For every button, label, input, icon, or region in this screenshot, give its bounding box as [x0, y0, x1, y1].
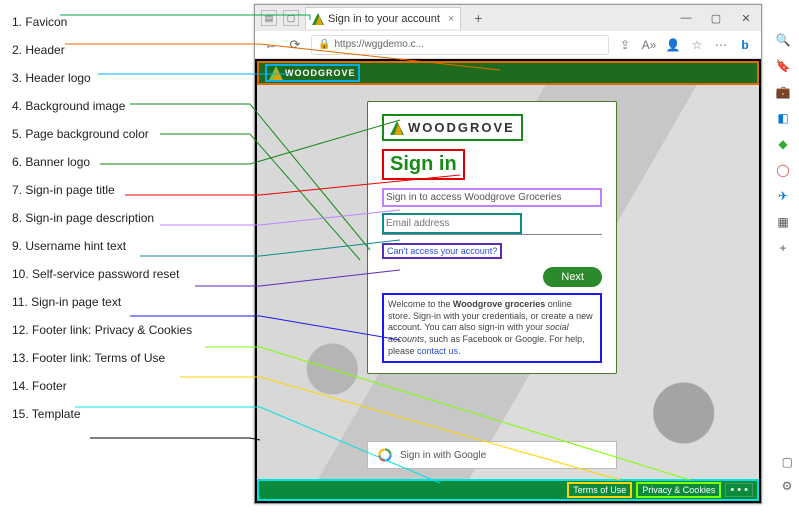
signin-page-text: Welcome to the Woodgrove groceries onlin… [382, 293, 602, 363]
annotation-item: 8. Sign-in page description [8, 204, 233, 232]
address-bar[interactable]: 🔒 https://wggdemo.c... [311, 35, 609, 55]
annotation-item: 4. Background image [8, 92, 233, 120]
sidebar-collapse-icon[interactable]: ▢ [782, 455, 793, 469]
back-button[interactable]: ← [263, 37, 279, 52]
tab-list-icon[interactable]: ▢ [283, 10, 299, 26]
add-user-icon[interactable]: 👤 [665, 38, 681, 52]
favorite-icon[interactable]: ☆ [689, 38, 705, 52]
sidebar-tag-icon[interactable]: 🔖 [775, 58, 791, 74]
footer-terms-link[interactable]: Terms of Use [567, 482, 632, 498]
menu-icon[interactable]: ⋯ [713, 38, 729, 52]
refresh-button[interactable]: ⟳ [287, 37, 303, 53]
banner-logo-text: WOODGROVE [408, 120, 515, 135]
annotation-item: 12. Footer link: Privacy & Cookies [8, 316, 233, 344]
signin-description: Sign in to access Woodgrove Groceries [382, 188, 602, 207]
banner-logo: WOODGROVE [382, 114, 523, 141]
annotation-item: 10. Self-service password reset [8, 260, 233, 288]
close-tab-icon[interactable]: × [448, 13, 454, 25]
annotation-item: 5. Page background color [8, 120, 233, 148]
browser-window: ▤ ▢ Sign in to your account × + — ▢ ✕ ← … [254, 4, 762, 504]
footer-more-button[interactable]: • • • [725, 483, 753, 497]
sidebar-app-icon[interactable]: ◧ [775, 110, 791, 126]
page-footer: Terms of Use Privacy & Cookies • • • [257, 479, 759, 501]
annotation-list: 1. Favicon 2. Header 3. Header logo 4. B… [8, 8, 233, 428]
sidebar-app-icon[interactable]: ◆ [775, 136, 791, 152]
header-logo[interactable]: WOODGROVE [265, 64, 360, 82]
google-signin-button[interactable]: Sign in with Google [367, 441, 617, 469]
header-logo-text: WOODGROVE [285, 68, 356, 78]
annotation-item: 9. Username hint text [8, 232, 233, 260]
tab-title: Sign in to your account [328, 13, 440, 25]
read-aloud-icon[interactable]: A» [641, 38, 657, 52]
next-button[interactable]: Next [543, 267, 602, 287]
annotation-item: 14. Footer [8, 372, 233, 400]
page-viewport: WOODGROVE WOODGROVE Sign in Sign in to a… [255, 59, 761, 503]
annotation-item: 6. Banner logo [8, 148, 233, 176]
woodgrove-mark-icon [269, 66, 283, 80]
annotation-item: 2. Header [8, 36, 233, 64]
annotation-item: 15. Template [8, 400, 233, 428]
edge-sidebar: 🔍 🔖 💼 ◧ ◆ ◯ ✈ ▦ + [769, 32, 797, 256]
woodgrove-mark-icon [390, 121, 404, 135]
lock-icon: 🔒 [318, 39, 330, 50]
window-titlebar: ▤ ▢ Sign in to your account × + — ▢ ✕ [255, 5, 761, 31]
footer-privacy-link[interactable]: Privacy & Cookies [636, 482, 721, 498]
address-bar-row: ← ⟳ 🔒 https://wggdemo.c... ⇪ A» 👤 ☆ ⋯ b [255, 31, 761, 59]
sidebar-search-icon[interactable]: 🔍 [775, 32, 791, 48]
annotation-item: 7. Sign-in page title [8, 176, 233, 204]
annotation-item: 13. Footer link: Terms of Use [8, 344, 233, 372]
forgot-password-link[interactable]: Can't access your account? [382, 243, 502, 259]
sidebar-app-icon[interactable]: ✈ [775, 188, 791, 204]
google-signin-label: Sign in with Google [400, 450, 486, 461]
browser-tab[interactable]: Sign in to your account × [305, 7, 461, 29]
page-header: WOODGROVE [257, 61, 759, 85]
bing-icon[interactable]: b [737, 38, 753, 52]
annotation-item: 3. Header logo [8, 64, 233, 92]
minimize-button[interactable]: — [671, 5, 701, 31]
annotation-item: 1. Favicon [8, 8, 233, 36]
url-text: https://wggdemo.c... [334, 39, 424, 50]
google-icon [378, 448, 392, 462]
sidebar-add-icon[interactable]: + [775, 240, 791, 256]
sidebar-app-icon[interactable]: ◯ [775, 162, 791, 178]
sidebar-briefcase-icon[interactable]: 💼 [775, 84, 791, 100]
signin-title: Sign in [382, 149, 465, 180]
new-tab-button[interactable]: + [467, 10, 489, 26]
sidebar-app-icon[interactable]: ▦ [775, 214, 791, 230]
favicon-icon [312, 13, 324, 25]
annotation-item: 11. Sign-in page text [8, 288, 233, 316]
maximize-button[interactable]: ▢ [701, 5, 731, 31]
email-field[interactable] [384, 215, 520, 232]
share-icon[interactable]: ⇪ [617, 38, 633, 52]
tab-actions-icon[interactable]: ▤ [261, 10, 277, 26]
signin-card: WOODGROVE Sign in Sign in to access Wood… [367, 101, 617, 374]
contact-us-link[interactable]: contact us [417, 346, 458, 356]
sidebar-settings-icon[interactable]: ⚙ [782, 479, 793, 493]
close-window-button[interactable]: ✕ [731, 5, 761, 31]
